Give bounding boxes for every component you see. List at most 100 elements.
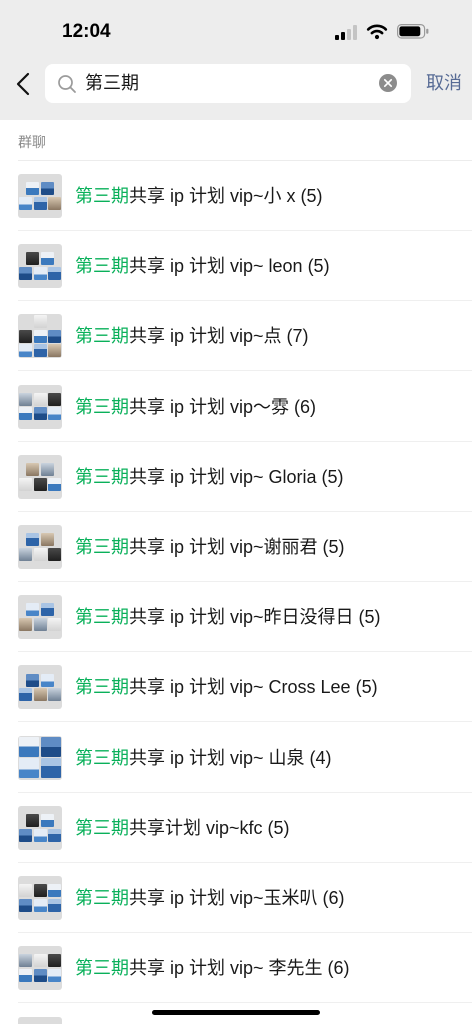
highlighted-keyword: 第三期 bbox=[75, 186, 129, 206]
group-chat-name-rest: 共享 ip 计划 vip~ 李先生 (6) bbox=[129, 958, 350, 979]
member-photo bbox=[48, 617, 61, 631]
row-divider bbox=[18, 1002, 472, 1004]
highlighted-keyword: 第三期 bbox=[75, 817, 129, 838]
list-item-partial-avatar[interactable] bbox=[18, 1017, 62, 1024]
highlighted-keyword: 第三期 bbox=[75, 466, 129, 487]
group-chat-name: 第三期共享 ip 计划 vip~ 山泉 (4) bbox=[75, 723, 332, 793]
search-results-list: 第三期共享 ip 计划 vip~小 x (5) 第三期共享 ip 计划 vip~ … bbox=[0, 161, 472, 1004]
member-photo bbox=[33, 477, 47, 491]
group-chat-result[interactable]: 第三期共享计划 vip~kfc (5) bbox=[0, 793, 472, 863]
member-photo bbox=[19, 266, 32, 280]
member-photo bbox=[26, 603, 40, 617]
group-chat-name-rest: 共享 ip 计划 vip~ Cross Lee (5) bbox=[129, 677, 378, 698]
group-avatar-icon bbox=[18, 876, 62, 920]
member-photo bbox=[19, 344, 32, 358]
member-photo bbox=[40, 736, 61, 757]
group-avatar-icon bbox=[18, 946, 62, 991]
member-photo bbox=[40, 814, 54, 828]
member-photo bbox=[48, 392, 61, 406]
member-photo bbox=[48, 954, 61, 968]
search-icon bbox=[58, 75, 76, 93]
member-photo bbox=[48, 266, 61, 280]
member-photo bbox=[19, 736, 40, 757]
member-photo bbox=[48, 329, 61, 343]
highlighted-keyword: 第三期 bbox=[75, 256, 129, 277]
member-photo bbox=[33, 315, 47, 329]
group-chat-name-rest: 共享 ip 计划 vip~ Gloria (5) bbox=[129, 466, 344, 487]
member-photo bbox=[40, 463, 54, 477]
signal-bar bbox=[353, 25, 357, 40]
member-photo bbox=[26, 814, 40, 828]
group-avatar-icon bbox=[18, 384, 62, 429]
signal-bar bbox=[347, 29, 351, 40]
group-chat-result[interactable]: 第三期共享 ip 计划 vip~谢丽君 (5) bbox=[0, 512, 472, 582]
group-avatar-icon bbox=[18, 665, 62, 710]
group-chat-name-rest: 共享 ip 计划 vip~小 x (5) bbox=[129, 186, 323, 206]
group-chat-result[interactable]: 第三期共享 ip 计划 vip~昨日没得日 (5) bbox=[0, 582, 472, 653]
status-time: 12:04 bbox=[62, 21, 111, 42]
member-photo bbox=[33, 898, 47, 912]
member-photo bbox=[19, 968, 32, 982]
group-chat-name: 第三期共享 ip 计划 vip~ Cross Lee (5) bbox=[75, 652, 378, 722]
member-photo bbox=[19, 392, 32, 406]
member-photo bbox=[33, 954, 47, 968]
signal-bar bbox=[335, 35, 339, 40]
battery-level bbox=[399, 26, 421, 37]
group-chat-result[interactable]: 第三期共享 ip 计划 vip~点 (7) bbox=[0, 301, 472, 372]
highlighted-keyword: 第三期 bbox=[75, 607, 129, 628]
group-chat-name: 第三期共享 ip 计划 vip~ leon (5) bbox=[75, 231, 330, 301]
wechat-search-screen: 12:04 第三期 取消 群聊 第三期共享 ip 计划 vip~小 x (5) … bbox=[0, 0, 472, 1024]
member-photo bbox=[26, 463, 40, 477]
group-chat-name: 第三期共享 ip 计划 vip~ 李先生 (6) bbox=[75, 933, 350, 1003]
search-query-text: 第三期 bbox=[85, 73, 139, 93]
group-chat-result[interactable]: 第三期共享 ip 计划 vip~ Gloria (5) bbox=[0, 442, 472, 512]
group-avatar-icon bbox=[18, 454, 62, 499]
signal-bar bbox=[341, 32, 345, 40]
member-photo bbox=[33, 266, 47, 280]
search-input[interactable]: 第三期 bbox=[45, 64, 411, 103]
group-avatar-icon bbox=[18, 805, 62, 850]
member-photo bbox=[19, 407, 32, 421]
group-chat-result[interactable]: 第三期共享 ip 计划 vip~ 山泉 (4) bbox=[0, 723, 472, 793]
member-photo bbox=[19, 884, 32, 898]
member-photo bbox=[40, 758, 61, 779]
member-photo bbox=[19, 828, 32, 842]
cancel-button[interactable]: 取消 bbox=[426, 71, 462, 95]
member-photo bbox=[33, 884, 47, 898]
cellular-signal-icon bbox=[335, 25, 357, 40]
member-photo bbox=[19, 688, 32, 702]
member-photo bbox=[40, 182, 54, 196]
member-photo bbox=[19, 617, 32, 631]
member-photo bbox=[33, 688, 47, 702]
group-chat-result[interactable]: 第三期共享 ip 计划 vip~ leon (5) bbox=[0, 231, 472, 302]
member-photo bbox=[40, 673, 54, 687]
member-photo bbox=[48, 547, 61, 561]
member-photo bbox=[19, 954, 32, 968]
back-button[interactable] bbox=[12, 70, 36, 98]
group-chat-name-rest: 共享 ip 计划 vip~玉米叭 (6) bbox=[129, 888, 345, 908]
member-photo bbox=[26, 533, 40, 547]
group-chat-name: 第三期共享 ip 计划 vip~谢丽君 (5) bbox=[75, 512, 345, 582]
member-photo bbox=[19, 547, 32, 561]
member-photo bbox=[48, 688, 61, 702]
group-chat-result[interactable]: 第三期共享 ip 计划 vip~ Cross Lee (5) bbox=[0, 652, 472, 723]
group-avatar-icon bbox=[18, 174, 62, 218]
member-photo bbox=[40, 603, 54, 617]
member-photo bbox=[33, 392, 47, 406]
group-chat-name-rest: 共享 ip 计划 vip~谢丽君 (5) bbox=[129, 537, 345, 557]
member-photo bbox=[33, 968, 47, 982]
group-chat-name-rest: 共享 ip 计划 vip~ leon (5) bbox=[129, 256, 330, 277]
home-indicator[interactable] bbox=[152, 1010, 320, 1015]
member-photo bbox=[26, 673, 40, 687]
clear-circle-icon[interactable] bbox=[379, 74, 397, 92]
group-avatar-icon bbox=[18, 525, 62, 569]
group-chat-result[interactable]: 第三期共享 ip 计划 vip~ 李先生 (6) bbox=[0, 933, 472, 1004]
group-chat-result[interactable]: 第三期共享 ip 计划 vip~玉米叭 (6) bbox=[0, 863, 472, 933]
group-chat-name: 第三期共享 ip 计划 vip～雰 (6) bbox=[75, 372, 316, 442]
group-chat-result[interactable]: 第三期共享 ip 计划 vip～雰 (6) bbox=[0, 372, 472, 442]
group-chat-result[interactable]: 第三期共享 ip 计划 vip~小 x (5) bbox=[0, 161, 472, 231]
member-photo bbox=[48, 884, 61, 898]
member-photo bbox=[33, 407, 47, 421]
group-avatar-icon bbox=[18, 314, 62, 359]
group-chat-name: 第三期共享 ip 计划 vip~玉米叭 (6) bbox=[75, 863, 345, 933]
